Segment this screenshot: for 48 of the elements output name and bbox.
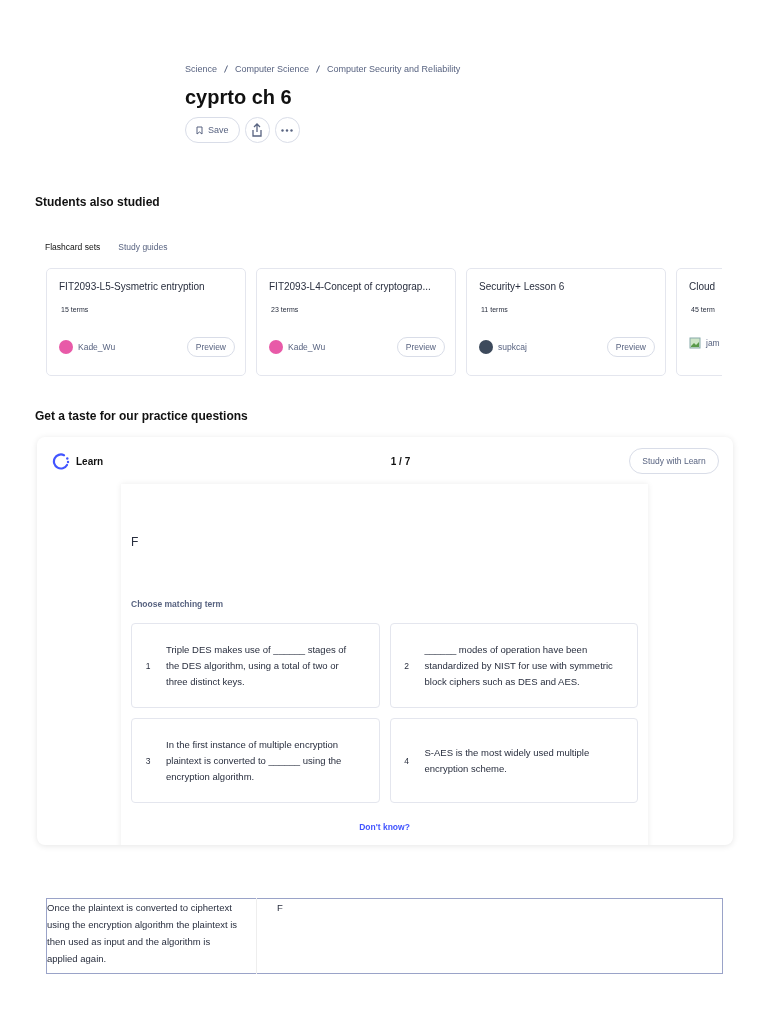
definition-cell: F: [256, 898, 723, 974]
breadcrumb-link[interactable]: Science: [185, 64, 218, 74]
card-title: Security+ Lesson 6: [479, 281, 566, 292]
preview-button[interactable]: Preview: [186, 337, 235, 357]
more-button[interactable]: [274, 117, 300, 143]
study-with-learn-button[interactable]: Study with Learn: [629, 448, 719, 474]
dont-know-link[interactable]: Don't know?: [353, 821, 416, 833]
answer-option[interactable]: 1 Triple DES makes use of ______ stages of the DES algorithm, using a total of two or three distinct keys.: [131, 623, 380, 708]
preview-button[interactable]: Preview: [396, 337, 445, 357]
option-text: In the first instance of multiple encryption plaintext is converted to ______ using the encryption algorithm.: [166, 737, 343, 784]
option-text: S-AES is the most widely used multiple encryption scheme.: [424, 745, 591, 776]
answer-option[interactable]: 4 S-AES is the most widely used multiple encryption scheme.: [389, 718, 638, 803]
option-number: 1: [144, 659, 152, 673]
tab[interactable]: Study guides: [118, 242, 168, 252]
separator-icon: [224, 65, 229, 73]
share-icon: [251, 123, 263, 137]
card-title: FIT2093-L4-Concept of cryptograp...: [269, 281, 432, 292]
instruction-text: Choose matching term: [131, 599, 225, 609]
answer-option[interactable]: 3 In the first instance of multiple encryption plaintext is converted to ______ using the encryption algorithm.: [131, 718, 380, 803]
save-button[interactable]: Save: [185, 117, 240, 143]
bookmark-icon: [196, 125, 203, 135]
option-number: 3: [144, 754, 152, 768]
breadcrumb-link[interactable]: Computer Security and Reliability: [327, 64, 461, 74]
card-title: Cloud: [689, 281, 717, 292]
term-cell: Once the plaintext is converted to ciphertext using the encryption algorithm the plaintext is then used as input and the algorithm is applied again.: [46, 898, 257, 974]
username[interactable]: jam: [706, 338, 720, 348]
page-title: cyprto ch 6: [185, 86, 293, 109]
answer-option[interactable]: 2 ______ modes of operation have been standardized by NIST for use with symmetric block ciphers such as DES and AES.: [389, 623, 638, 708]
share-button[interactable]: [244, 117, 270, 143]
separator-icon: [316, 65, 321, 73]
preview-button[interactable]: Preview: [606, 337, 655, 357]
more-icon: [281, 128, 293, 132]
option-text: Triple DES makes use of ______ stages of the DES algorithm, using a total of two or three distinct keys.: [166, 642, 348, 689]
option-text: ______ modes of operation have been standardized by NIST for use with symmetric block ciphers such as DES and AES.: [424, 642, 614, 689]
username[interactable]: supkcaj: [498, 342, 527, 352]
section-heading: Students also studied: [35, 195, 161, 209]
breadcrumb-link[interactable]: Computer Science: [235, 64, 310, 74]
question-prompt: F: [131, 534, 140, 549]
card-title: FIT2093-L5-Sysmetric entryption: [59, 281, 206, 292]
option-number: 2: [403, 659, 410, 673]
progress-counter: 1 / 7: [390, 455, 411, 467]
username[interactable]: Kade_Wu: [78, 342, 116, 352]
section-heading: Get a taste for our practice questions: [35, 409, 249, 423]
username[interactable]: Kade_Wu: [288, 342, 326, 352]
option-number: 4: [403, 754, 410, 768]
learn-icon: [52, 452, 70, 470]
mode-label: Learn: [76, 455, 104, 467]
tab[interactable]: Flashcard sets: [45, 242, 101, 252]
